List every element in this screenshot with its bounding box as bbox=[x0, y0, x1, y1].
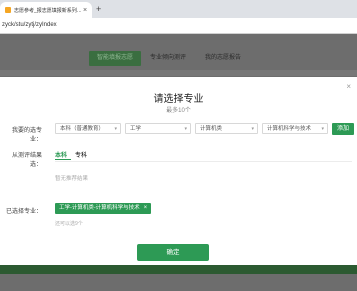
address-bar[interactable]: zyck/stu/zytj/zyIndex bbox=[0, 18, 357, 34]
remove-tag-icon[interactable]: × bbox=[144, 205, 148, 211]
empty-recommendation-text: 暂无推荐结果 bbox=[55, 176, 89, 182]
browser-tab[interactable]: 志愿参考_报志愿填报新系列… × bbox=[0, 2, 92, 18]
modal-subtitle: 最多10个 bbox=[166, 108, 191, 114]
nav-item-my-report: 我的志愿报告 bbox=[205, 55, 242, 61]
url-text: zyck/stu/zytj/zyIndex bbox=[2, 22, 57, 28]
major-value: 计算机科学与技术 bbox=[267, 126, 312, 132]
discipline-select[interactable]: 工学 ▾ bbox=[125, 123, 191, 134]
add-button[interactable]: 添加 bbox=[332, 123, 354, 135]
modal-title: 请选择专业 bbox=[153, 94, 204, 105]
major-select[interactable]: 计算机科学与技术 ▾ bbox=[262, 123, 328, 134]
background-footer-bar bbox=[0, 265, 357, 274]
selected-label: 已选择专业： bbox=[5, 209, 42, 215]
major-category-select[interactable]: 计算机类 ▾ bbox=[195, 123, 258, 134]
discipline-value: 工学 bbox=[130, 126, 142, 132]
tab-title: 志愿参考_报志愿填报新系列… bbox=[14, 7, 81, 14]
from-test-label: 从测评结果选： bbox=[11, 153, 42, 168]
chevron-down-icon: ▾ bbox=[251, 126, 254, 132]
major-category-value: 计算机类 bbox=[200, 126, 223, 132]
tabs-divider bbox=[55, 161, 352, 162]
select-major-modal: × 请选择专业 最多10个 我要的选专业： 本科（普通教育） ▾ 工学 ▾ 计算… bbox=[0, 77, 357, 265]
filter-label: 我要的选专业： bbox=[11, 128, 42, 143]
nav-item-major-test: 专业倾向测评 bbox=[150, 55, 187, 61]
site-favicon-icon bbox=[5, 7, 11, 13]
background-nav: 智能填报志愿 专业倾向测评 我的志愿报告 bbox=[0, 46, 357, 70]
browser-tabbar: 志愿参考_报志愿填报新系列… × + bbox=[0, 0, 357, 18]
chevron-down-icon: ▾ bbox=[184, 126, 187, 132]
tab-close-icon[interactable]: × bbox=[81, 7, 89, 14]
selected-major-text: 工学-计算机类-计算机科学与技术 bbox=[59, 205, 140, 211]
remaining-hint: 还可以选9个 bbox=[55, 221, 83, 227]
education-level-select[interactable]: 本科（普通教育） ▾ bbox=[55, 123, 121, 134]
selected-major-tag: 工学-计算机类-计算机科学与技术 × bbox=[55, 203, 152, 214]
background-strip bbox=[0, 70, 357, 76]
education-level-value: 本科（普通教育） bbox=[60, 126, 105, 132]
nav-item-smart-fill: 智能填报志愿 bbox=[89, 51, 142, 66]
new-tab-button[interactable]: + bbox=[96, 3, 101, 15]
tab-junior-college[interactable]: 专科 bbox=[75, 150, 87, 159]
confirm-button[interactable]: 确定 bbox=[137, 244, 209, 261]
active-tab-indicator bbox=[55, 159, 71, 160]
chevron-down-icon: ▾ bbox=[114, 126, 117, 132]
tab-undergraduate[interactable]: 本科 bbox=[55, 150, 67, 159]
chevron-down-icon: ▾ bbox=[321, 126, 324, 132]
